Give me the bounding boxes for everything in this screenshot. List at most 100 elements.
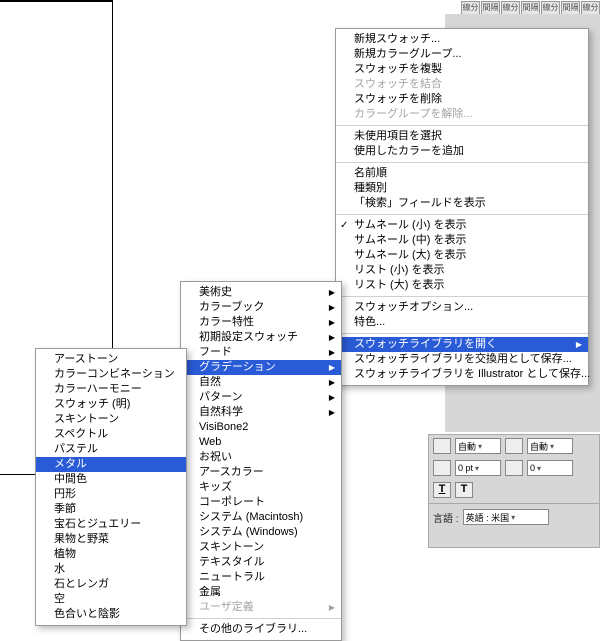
- menu-item[interactable]: スウォッチライブラリを Illustrator として保存...: [336, 367, 588, 382]
- menu-item[interactable]: キッズ: [181, 480, 341, 495]
- menu-item-label: スキントーン: [199, 541, 264, 553]
- menu-item[interactable]: アーストーン: [36, 352, 186, 367]
- menu-item[interactable]: コーポレート: [181, 495, 341, 510]
- gradient-library-submenu: アーストーンカラーコンビネーションカラーハーモニースウォッチ (明)スキントーン…: [35, 348, 187, 626]
- menu-item[interactable]: 美術史: [181, 285, 341, 300]
- menu-item-label: Web: [199, 436, 221, 448]
- menu-item[interactable]: スペクトル: [36, 427, 186, 442]
- menu-item-label: スウォッチライブラリを Illustrator として保存...: [354, 368, 590, 380]
- language-field[interactable]: 英語 : 米国: [463, 509, 549, 525]
- menu-item[interactable]: VisiBone2: [181, 420, 341, 435]
- menu-item[interactable]: 新規カラーグループ...: [336, 47, 588, 62]
- menu-item-label: 名前順: [354, 167, 387, 179]
- menu-item[interactable]: カラーコンビネーション: [36, 367, 186, 382]
- menu-item[interactable]: 特色...: [336, 315, 588, 330]
- menu-item[interactable]: カラーブック: [181, 300, 341, 315]
- baseline-shift-icon: [433, 460, 451, 476]
- menu-item[interactable]: メタル: [36, 457, 186, 472]
- menu-item[interactable]: 種類別: [336, 181, 588, 196]
- menu-item[interactable]: フード: [181, 345, 341, 360]
- tab-btn[interactable]: 線分: [501, 1, 520, 15]
- menu-item[interactable]: スウォッチ (明): [36, 397, 186, 412]
- tab-btn[interactable]: 間隔: [521, 1, 540, 15]
- menu-item[interactable]: 自然: [181, 375, 341, 390]
- menu-item-label: サムネール (中) を表示: [354, 234, 466, 246]
- menu-item[interactable]: カラー特性: [181, 315, 341, 330]
- menu-item[interactable]: リスト (小) を表示: [336, 263, 588, 278]
- menu-item[interactable]: アースカラー: [181, 465, 341, 480]
- menu-item: ユーザ定義: [181, 600, 341, 615]
- menu-item[interactable]: カラーハーモニー: [36, 382, 186, 397]
- menu-item[interactable]: 自然科学: [181, 405, 341, 420]
- tab-btn[interactable]: 線分: [461, 1, 480, 15]
- menu-item[interactable]: 円形: [36, 487, 186, 502]
- menu-item[interactable]: 宝石とジュエリー: [36, 517, 186, 532]
- menu-item[interactable]: サムネール (大) を表示: [336, 248, 588, 263]
- menu-item[interactable]: ニュートラル: [181, 570, 341, 585]
- menu-item[interactable]: 金属: [181, 585, 341, 600]
- tab-btn[interactable]: 線分: [581, 1, 600, 15]
- menu-item[interactable]: グラデーション: [181, 360, 341, 375]
- tab-btn[interactable]: 間隔: [561, 1, 580, 15]
- menu-item[interactable]: スウォッチを複製: [336, 62, 588, 77]
- menu-item[interactable]: その他のライブラリ...: [181, 622, 341, 637]
- leading-field[interactable]: 自動: [455, 438, 501, 454]
- menu-item[interactable]: お祝い: [181, 450, 341, 465]
- top-tab-strip: 線分 間隔 線分 間隔 線分 間隔 線分: [461, 1, 600, 13]
- menu-item[interactable]: 使用したカラーを追加: [336, 144, 588, 159]
- menu-item-label: 使用したカラーを追加: [354, 145, 464, 157]
- menu-item-label: 自然科学: [199, 406, 243, 418]
- menu-separator: [336, 214, 588, 215]
- tracking-field[interactable]: 自動: [527, 438, 573, 454]
- baseline-shift-field[interactable]: 0 pt: [455, 460, 501, 476]
- menu-item[interactable]: 中間色: [36, 472, 186, 487]
- menu-item[interactable]: システム (Macintosh): [181, 510, 341, 525]
- menu-item[interactable]: 未使用項目を選択: [336, 129, 588, 144]
- menu-item-label: その他のライブラリ...: [199, 623, 307, 635]
- menu-item-label: 新規スウォッチ...: [354, 33, 440, 45]
- menu-separator: [336, 125, 588, 126]
- menu-item[interactable]: 新規スウォッチ...: [336, 32, 588, 47]
- menu-item[interactable]: 植物: [36, 547, 186, 562]
- menu-item-label: スウォッチを複製: [354, 63, 442, 75]
- menu-item[interactable]: スキントーン: [36, 412, 186, 427]
- underline-icon[interactable]: T: [433, 482, 451, 498]
- tab-btn[interactable]: 間隔: [481, 1, 500, 15]
- menu-item[interactable]: 果物と野菜: [36, 532, 186, 547]
- menu-item[interactable]: パターン: [181, 390, 341, 405]
- menu-item-label: カラーグループを解除...: [354, 108, 473, 120]
- menu-item[interactable]: 名前順: [336, 166, 588, 181]
- menu-item-label: 「検索」フィールドを表示: [354, 197, 486, 209]
- tab-btn[interactable]: 線分: [541, 1, 560, 15]
- menu-item-label: 美術史: [199, 286, 232, 298]
- menu-item[interactable]: スウォッチライブラリを交換用として保存...: [336, 352, 588, 367]
- menu-item[interactable]: スウォッチオプション...: [336, 300, 588, 315]
- menu-item[interactable]: 石とレンガ: [36, 577, 186, 592]
- menu-item-label: アースカラー: [199, 466, 264, 478]
- menu-item[interactable]: リスト (大) を表示: [336, 278, 588, 293]
- menu-item-label: カラーブック: [199, 301, 264, 313]
- menu-item-label: フード: [199, 346, 232, 358]
- menu-item[interactable]: スキントーン: [181, 540, 341, 555]
- menu-item[interactable]: スウォッチを削除: [336, 92, 588, 107]
- menu-item[interactable]: システム (Windows): [181, 525, 341, 540]
- rotation-field[interactable]: 0: [527, 460, 573, 476]
- menu-item-label: ニュートラル: [199, 571, 265, 583]
- menu-item-label: 自然: [199, 376, 221, 388]
- menu-item[interactable]: サムネール (中) を表示: [336, 233, 588, 248]
- menu-item[interactable]: Web: [181, 435, 341, 450]
- menu-item[interactable]: 季節: [36, 502, 186, 517]
- menu-item[interactable]: パステル: [36, 442, 186, 457]
- menu-item[interactable]: ✓サムネール (小) を表示: [336, 218, 588, 233]
- menu-item[interactable]: テキスタイル: [181, 555, 341, 570]
- tracking-icon: [505, 438, 523, 454]
- menu-item[interactable]: 色合いと陰影: [36, 607, 186, 622]
- menu-item[interactable]: 水: [36, 562, 186, 577]
- menu-item[interactable]: 「検索」フィールドを表示: [336, 196, 588, 211]
- check-icon: ✓: [340, 218, 348, 233]
- menu-item: カラーグループを解除...: [336, 107, 588, 122]
- menu-item[interactable]: スウォッチライブラリを開く: [336, 337, 588, 352]
- strikethrough-icon[interactable]: T: [455, 482, 473, 498]
- menu-item[interactable]: 初期設定スウォッチ: [181, 330, 341, 345]
- menu-item[interactable]: 空: [36, 592, 186, 607]
